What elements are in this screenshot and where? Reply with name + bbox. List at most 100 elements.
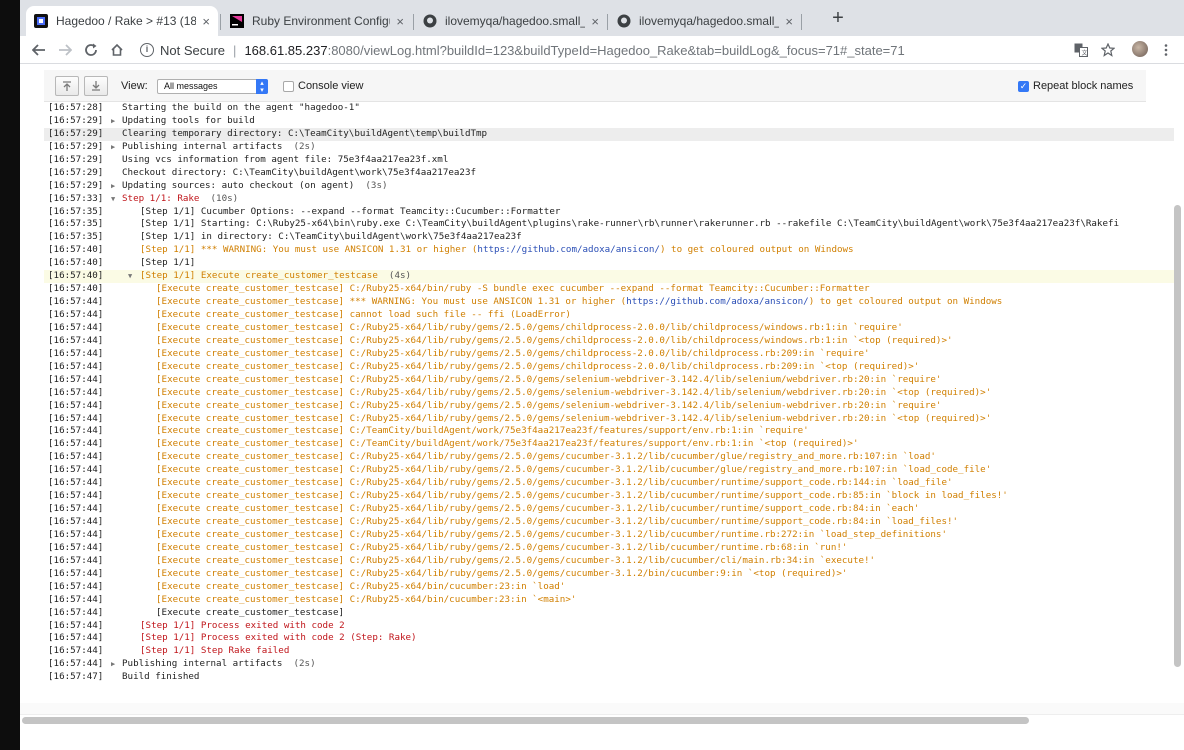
log-text: [Execute create_customer_testcase] *** W… bbox=[156, 296, 627, 308]
log-message: [Step 1/1] Cucumber Options: --expand --… bbox=[140, 206, 560, 219]
log-timestamp: [16:57:44] bbox=[48, 399, 104, 411]
expand-icon[interactable]: ▶ bbox=[111, 141, 115, 154]
log-line: [16:57:44] [Execute create_customer_testc… bbox=[44, 413, 1174, 426]
log-text: [Execute create_customer_testcase] C:/Ru… bbox=[156, 593, 577, 605]
log-link[interactable]: https://github.com/adoxa/ansicon/ bbox=[477, 244, 660, 255]
log-message: Build finished bbox=[122, 671, 199, 684]
forward-arrow-icon[interactable] bbox=[54, 39, 76, 61]
log-line: [16:57:44] [Execute create_customer_testc… bbox=[44, 503, 1174, 516]
home-icon[interactable] bbox=[106, 39, 128, 61]
close-icon[interactable]: × bbox=[202, 14, 210, 29]
scroll-to-bottom-icon[interactable] bbox=[84, 76, 108, 96]
expand-icon[interactable]: ▶ bbox=[111, 115, 115, 128]
log-message: [Execute create_customer_testcase] C:/Ru… bbox=[156, 503, 919, 516]
log-text: Publishing internal artifacts bbox=[122, 140, 283, 152]
log-message: [Execute create_customer_testcase] C:/Ru… bbox=[156, 581, 565, 594]
expand-icon[interactable]: ▶ bbox=[111, 658, 115, 671]
log-line: [16:57:44] [Execute create_customer_testc… bbox=[44, 400, 1174, 413]
log-line: [16:57:44] [Execute create_customer_testc… bbox=[44, 335, 1174, 348]
log-line: [16:57:44] [Execute create_customer_testc… bbox=[44, 451, 1174, 464]
log-text: [Step 1/1] Process exited with code 2 bbox=[140, 619, 345, 631]
log-line: [16:57:44] [Execute create_customer_testc… bbox=[44, 322, 1174, 335]
log-text: [Step 1/1] *** WARNING: You must use ANS… bbox=[140, 244, 478, 256]
log-line: [16:57:35] [Step 1/1] in directory: C:\Te… bbox=[44, 231, 1174, 244]
log-text: [Execute create_customer_testcase] C:/Ru… bbox=[156, 347, 870, 359]
log-timestamp: [16:57:44] bbox=[48, 386, 104, 398]
browser-tab-0[interactable]: Hagedoo / Rake > #13 (18 Sep × bbox=[26, 6, 218, 36]
info-icon[interactable]: i bbox=[140, 43, 154, 57]
log-message: [Step 1/1] Process exited with code 2 bbox=[140, 620, 345, 633]
log-timestamp: [16:57:29] bbox=[48, 166, 104, 178]
log-duration: (2s) bbox=[282, 140, 316, 152]
horizontal-scrollbar[interactable] bbox=[22, 717, 1029, 724]
log-message: [Step 1/1] bbox=[140, 257, 195, 270]
repeat-block-names-checkbox[interactable]: ✓ bbox=[1018, 81, 1029, 92]
log-timestamp: [16:57:44] bbox=[48, 321, 104, 333]
log-timestamp: [16:57:44] bbox=[48, 516, 104, 527]
log-message: [Execute create_customer_testcase] C:/Ru… bbox=[156, 374, 941, 387]
browser-tab-3[interactable]: ilovemyqa/hagedoo.small_regr × bbox=[609, 6, 801, 36]
reload-icon[interactable] bbox=[80, 39, 102, 61]
log-line: [16:57:35] [Step 1/1] Cucumber Options: -… bbox=[44, 206, 1174, 219]
new-tab-button[interactable]: + bbox=[828, 8, 848, 30]
close-icon[interactable]: × bbox=[396, 14, 404, 29]
browser-tab-strip: Hagedoo / Rake > #13 (18 Sep × Ruby Envi… bbox=[20, 0, 1184, 36]
console-view-checkbox[interactable] bbox=[283, 81, 294, 92]
log-message: Publishing internal artifacts (2s) bbox=[122, 141, 316, 154]
log-line: [16:57:44] [Execute create_customer_testc… bbox=[44, 555, 1174, 568]
menu-kebab-icon[interactable] bbox=[1155, 39, 1177, 61]
log-timestamp: [16:57:33] bbox=[48, 192, 104, 204]
log-message: Step 1/1: Rake (10s) bbox=[122, 193, 238, 206]
log-message: [Step 1/1] Starting: C:\Ruby25-x64\bin\r… bbox=[140, 218, 1119, 231]
log-timestamp: [16:57:44] bbox=[48, 309, 104, 320]
log-timestamp: [16:57:44] bbox=[48, 528, 104, 540]
close-icon[interactable]: × bbox=[785, 14, 793, 29]
page-bottom-area bbox=[20, 703, 1184, 714]
scroll-to-top-icon[interactable] bbox=[55, 76, 79, 96]
collapse-icon[interactable]: ▼ bbox=[111, 193, 115, 206]
tab-title: Ruby Environment Configurato bbox=[252, 14, 390, 28]
log-text: [Execute create_customer_testcase] C:/Ru… bbox=[156, 554, 876, 566]
tab-title: ilovemyqa/hagedoo.small_regr bbox=[639, 14, 779, 28]
bookmark-star-icon[interactable] bbox=[1097, 39, 1119, 61]
close-icon[interactable]: × bbox=[591, 14, 599, 29]
translate-icon[interactable]: 文 bbox=[1070, 39, 1092, 61]
log-line: [16:57:29] ▶ Updating sources: auto checko… bbox=[44, 180, 1174, 193]
log-message: [Step 1/1] Step Rake failed bbox=[140, 645, 289, 658]
log-text: Starting the build on the agent "hagedoo… bbox=[122, 102, 360, 113]
vertical-scrollbar[interactable] bbox=[1174, 205, 1181, 667]
build-log: [16:57:28] Starting the build on the agen… bbox=[44, 102, 1174, 692]
browser-tab-2[interactable]: ilovemyqa/hagedoo.small_regr × bbox=[415, 6, 607, 36]
log-line: [16:57:40] ▼ [Step 1/1] Execute create_cus… bbox=[44, 270, 1174, 284]
log-message: Starting the build on the agent "hagedoo… bbox=[122, 102, 360, 115]
log-line: [16:57:44] [Execute create_customer_testc… bbox=[44, 464, 1174, 477]
address-bar[interactable]: i Not Secure | 168.61.85.237:8080/viewLo… bbox=[140, 38, 1140, 62]
log-timestamp: [16:57:44] bbox=[48, 554, 104, 566]
log-text: [Execute create_customer_testcase] C:/Ru… bbox=[156, 321, 903, 333]
view-select[interactable]: All messages ▴ ▾ bbox=[157, 79, 268, 94]
log-line: [16:57:40] [Step 1/1] bbox=[44, 257, 1174, 270]
log-timestamp: [16:57:35] bbox=[48, 218, 104, 230]
log-text: [Execute create_customer_testcase] C:/Ru… bbox=[156, 516, 959, 527]
log-line: [16:57:44] [Execute create_customer_testc… bbox=[44, 361, 1174, 374]
log-text: [Step 1/1] bbox=[140, 257, 196, 269]
back-arrow-icon[interactable] bbox=[28, 39, 50, 61]
log-link[interactable]: https://github.com/adoxa/ansicon/ bbox=[626, 296, 809, 307]
log-line: [16:57:44] [Execute create_customer_testc… bbox=[44, 607, 1174, 620]
log-timestamp: [16:57:44] bbox=[48, 438, 104, 450]
log-timestamp: [16:57:44] bbox=[48, 658, 104, 670]
collapse-icon[interactable]: ▼ bbox=[128, 270, 132, 283]
log-text: [Execute create_customer_testcase] canno… bbox=[156, 309, 571, 320]
log-duration: (4s) bbox=[377, 270, 412, 282]
profile-avatar[interactable] bbox=[1132, 41, 1148, 57]
expand-icon[interactable]: ▶ bbox=[111, 180, 115, 193]
chevron-updown-icon: ▴ ▾ bbox=[256, 79, 268, 94]
browser-tab-1[interactable]: Ruby Environment Configurato × bbox=[222, 6, 412, 36]
log-timestamp: [16:57:44] bbox=[48, 632, 104, 644]
log-message: [Execute create_customer_testcase] C:/Ru… bbox=[156, 529, 947, 542]
log-timestamp: [16:57:44] bbox=[48, 334, 104, 346]
log-text: [Step 1/1] Execute create_customer_testc… bbox=[140, 270, 378, 282]
log-line: [16:57:47] Build finished bbox=[44, 671, 1174, 684]
log-text: [Step 1/1] in directory: C:\TeamCity\bui… bbox=[140, 231, 522, 243]
log-line: [16:57:44] [Execute create_customer_testc… bbox=[44, 296, 1174, 309]
